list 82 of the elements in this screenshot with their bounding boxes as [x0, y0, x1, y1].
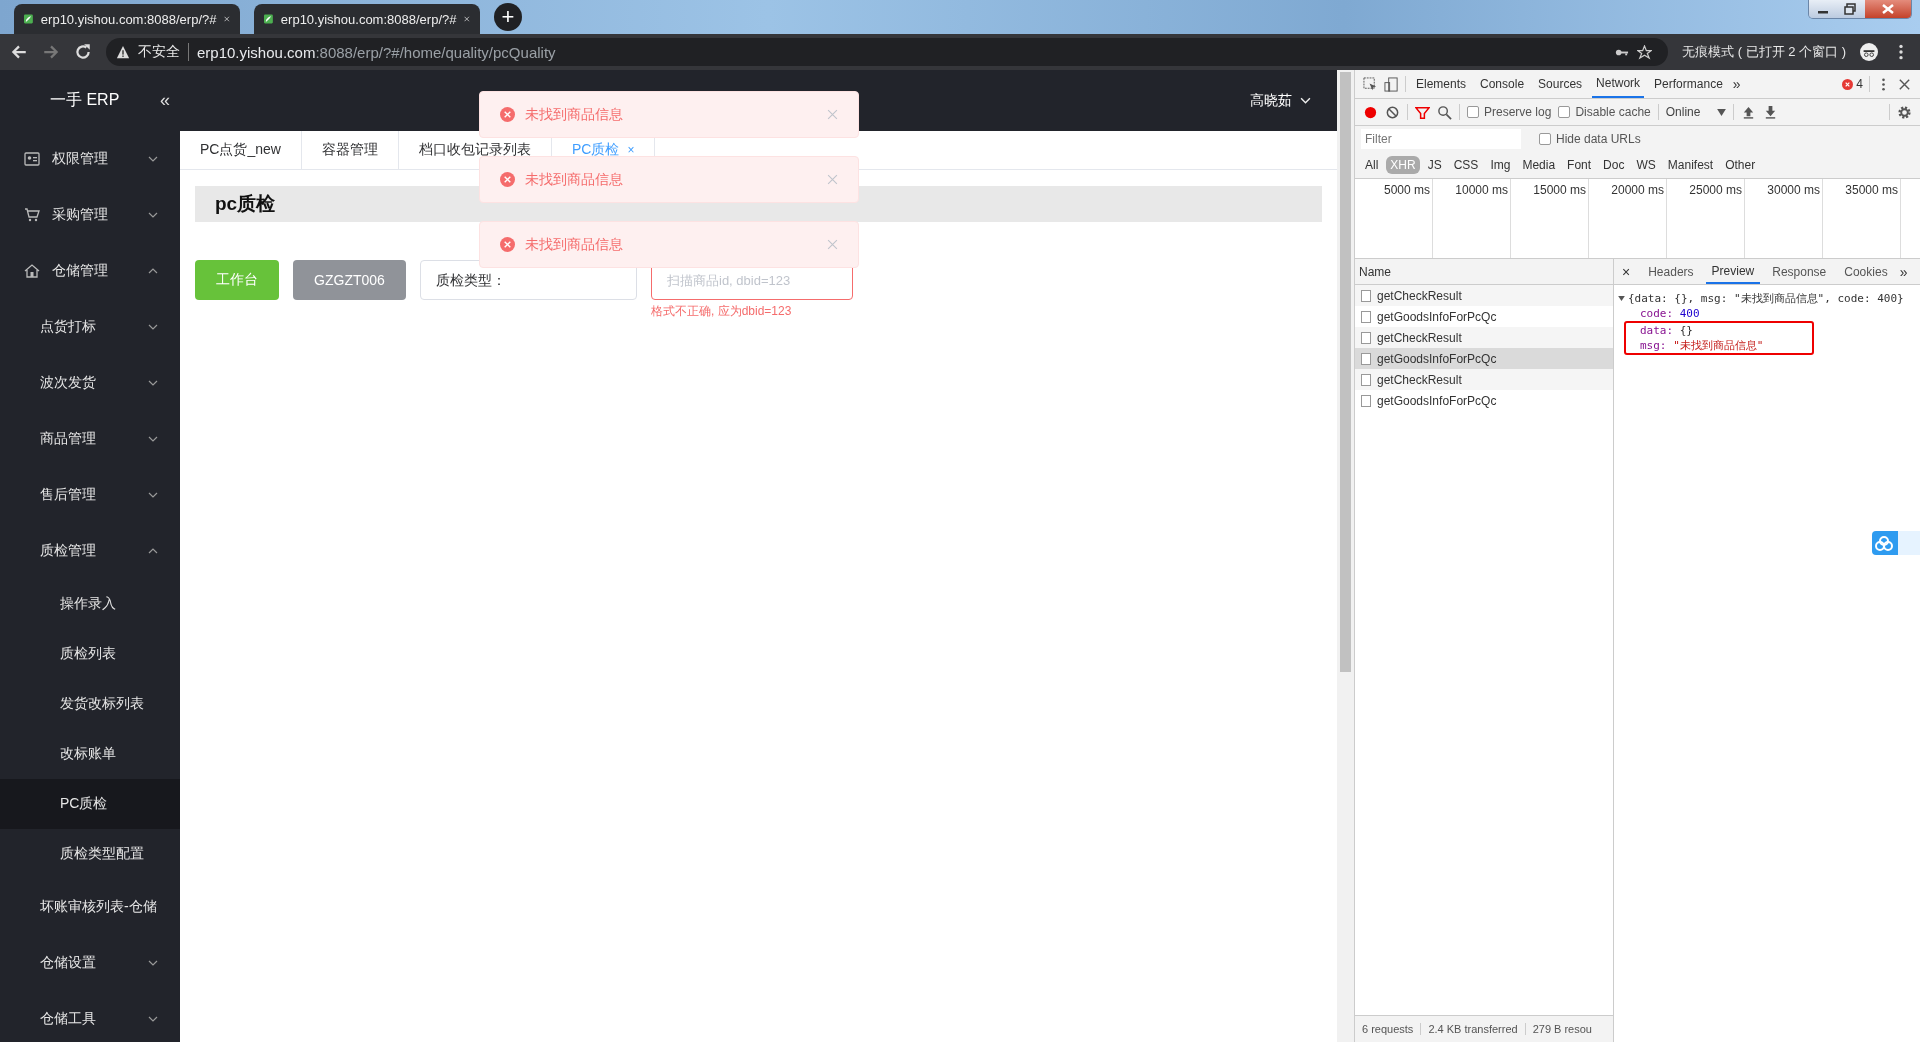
- menu-item[interactable]: 质检类型配置: [0, 829, 180, 879]
- error-text: 格式不正确, 应为dbid=123: [651, 303, 793, 320]
- error-toast: 未找到商品信息: [479, 221, 859, 268]
- browser-tab[interactable]: erp10.yishou.com:8088/erp/?#: [254, 4, 480, 34]
- error-count[interactable]: 4: [1856, 77, 1863, 91]
- checkbox-label: Preserve log: [1484, 105, 1552, 119]
- type-filter[interactable]: Font: [1563, 156, 1596, 174]
- menu-item[interactable]: 质检列表: [0, 629, 180, 679]
- type-filter[interactable]: Manifest: [1663, 156, 1718, 174]
- user-menu[interactable]: 高晓茹: [1250, 91, 1292, 110]
- menu-item[interactable]: 质检管理: [0, 523, 180, 579]
- request-row[interactable]: getGoodsInfoForPcQc: [1355, 348, 1613, 369]
- devtools-tab[interactable]: Console: [1476, 70, 1529, 98]
- throttle-dropdown[interactable]: Online: [1665, 105, 1710, 119]
- type-filter[interactable]: Other: [1721, 156, 1760, 174]
- time-label: 30000 ms: [1767, 183, 1820, 197]
- browser-tab[interactable]: erp10.yishou.com:8088/erp/?#: [14, 4, 240, 34]
- menu-item[interactable]: 售后管理: [0, 467, 180, 523]
- menu-item[interactable]: 操作录入: [0, 579, 180, 629]
- page-tab[interactable]: 容器管理: [301, 131, 399, 169]
- devtools-tab[interactable]: Elements: [1412, 70, 1471, 98]
- error-toast: 未找到商品信息: [479, 91, 859, 138]
- checkbox-label: Disable cache: [1575, 105, 1651, 119]
- address-field[interactable]: 不安全 erp10.yishou.com:8088/erp/?#/home/quality/pcQuality: [106, 38, 1669, 66]
- detail-tab[interactable]: Preview: [1705, 259, 1761, 284]
- type-filter[interactable]: Img: [1486, 156, 1515, 174]
- request-row[interactable]: getGoodsInfoForPcQc: [1355, 390, 1613, 411]
- type-filter[interactable]: Media: [1518, 156, 1560, 174]
- type-filter[interactable]: WS: [1632, 156, 1660, 174]
- menu-item[interactable]: 波次发货: [0, 355, 180, 411]
- menu-item[interactable]: 改标账单: [0, 729, 180, 779]
- menu-item[interactable]: 仓储设置: [0, 935, 180, 991]
- time-label: 35000 ms: [1845, 183, 1898, 197]
- status-text: 2.4 KB transferred: [1421, 1023, 1526, 1035]
- menu-item[interactable]: 坏账审核列表-仓储: [0, 879, 180, 935]
- type-filter[interactable]: CSS: [1449, 156, 1483, 174]
- type-filter[interactable]: All: [1361, 156, 1383, 174]
- more-tabs-button[interactable]: »: [1732, 76, 1741, 92]
- detail-tab[interactable]: Cookies: [1838, 259, 1894, 284]
- close-button[interactable]: ×: [1622, 263, 1631, 280]
- json-property: msg: "未找到商品信息": [1639, 338, 1765, 353]
- time-label: 20000 ms: [1611, 183, 1664, 197]
- page-tab[interactable]: PC点货_new: [180, 131, 302, 169]
- menu-item[interactable]: 点货打标: [0, 299, 180, 355]
- detail-tab[interactable]: Response: [1766, 259, 1833, 284]
- column-header: Name: [1355, 259, 1613, 285]
- status-text: 279 B resou: [1531, 1023, 1593, 1035]
- security-label: 不安全: [138, 43, 189, 61]
- devtools-tab[interactable]: Performance: [1650, 70, 1727, 98]
- json-property: code: 400: [1639, 306, 1701, 321]
- time-label: 25000 ms: [1689, 183, 1742, 197]
- more-tabs-button[interactable]: »: [1899, 263, 1908, 280]
- request-row[interactable]: getGoodsInfoForPcQc: [1355, 306, 1613, 327]
- menu-item[interactable]: PC质检: [0, 779, 180, 829]
- type-filter[interactable]: Doc: [1599, 156, 1629, 174]
- checkbox-label: Hide data URLs: [1556, 132, 1641, 146]
- menu-item[interactable]: 仓储管理: [0, 243, 180, 299]
- time-label: 15000 ms: [1533, 183, 1586, 197]
- request-row[interactable]: getCheckResult: [1355, 285, 1613, 306]
- error-toast: 未找到商品信息: [479, 156, 859, 203]
- time-label: 10000 ms: [1455, 183, 1508, 197]
- status-text: 6 requests: [1355, 1023, 1422, 1035]
- menu-item[interactable]: 采购管理: [0, 187, 180, 243]
- collapse-toggle[interactable]: «: [160, 90, 170, 111]
- incognito-label: 无痕模式 ( 已打开 2 个窗口 ): [1682, 43, 1846, 61]
- menu-item[interactable]: 权限管理: [0, 131, 180, 187]
- menu-item[interactable]: 商品管理: [0, 411, 180, 467]
- request-row[interactable]: getCheckResult: [1355, 327, 1613, 348]
- time-label: 5000 ms: [1383, 183, 1430, 197]
- request-row[interactable]: getCheckResult: [1355, 369, 1613, 390]
- new-tab-button[interactable]: +: [494, 3, 522, 31]
- url-text: erp10.yishou.com:8088/erp/?#/home/quality/pcQuality: [197, 43, 556, 61]
- devtools-tab[interactable]: Network: [1592, 70, 1645, 98]
- logo-text: 一手 ERP: [50, 90, 120, 110]
- devtools-tab[interactable]: Sources: [1534, 70, 1587, 98]
- menu-item[interactable]: 仓储工具: [0, 991, 180, 1042]
- detail-tab[interactable]: Headers: [1642, 259, 1700, 284]
- type-filter[interactable]: JS: [1423, 156, 1446, 174]
- json-summary: {data: {}, msg: "未找到商品信息", code: 400}: [1628, 291, 1904, 306]
- json-property: data: {}: [1639, 323, 1694, 338]
- menu-item[interactable]: 发货改标列表: [0, 679, 180, 729]
- filter-field[interactable]: Filter: [1361, 129, 1521, 149]
